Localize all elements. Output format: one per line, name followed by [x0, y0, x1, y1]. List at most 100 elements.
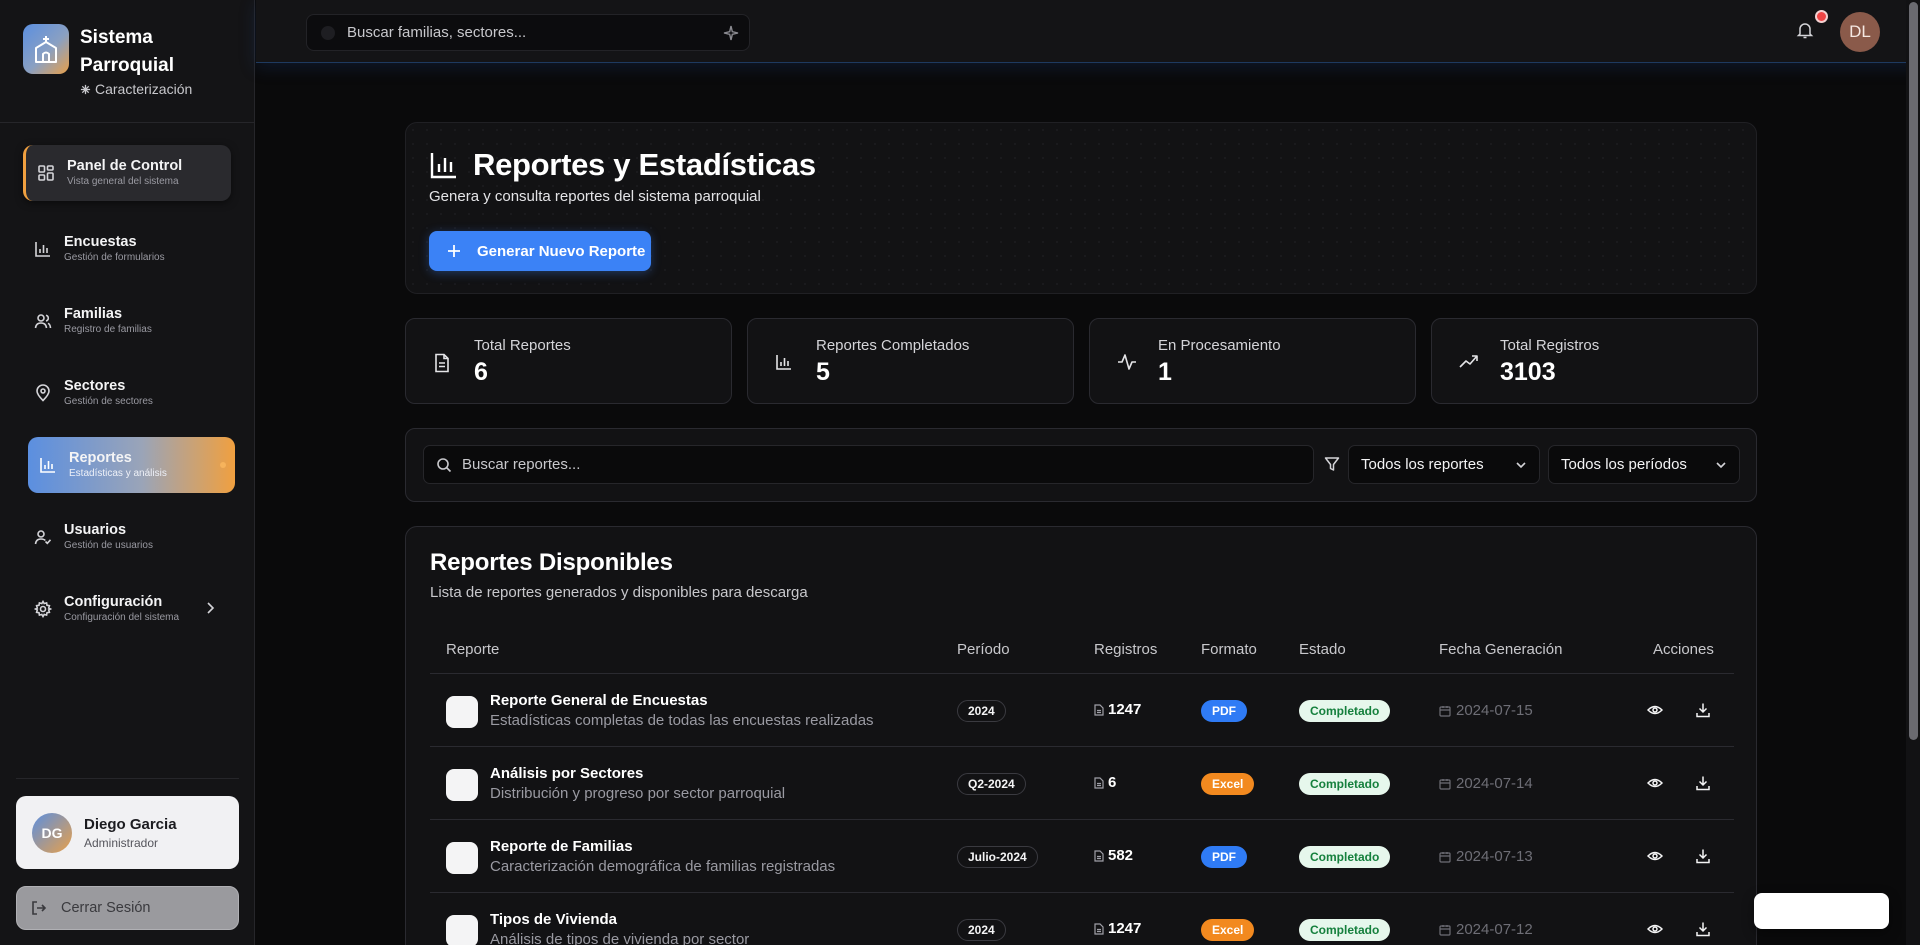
bar-chart-icon — [776, 355, 791, 370]
activity-icon — [1118, 354, 1136, 370]
sidebar-divider — [0, 122, 255, 123]
sidebar-item-familias[interactable]: Familias Registro de familias — [23, 293, 231, 349]
report-description: Caracterización demográfica de familias … — [490, 858, 836, 875]
period-badge: Q2-2024 — [957, 773, 1026, 795]
status-badge: Completado — [1299, 773, 1391, 795]
section-title: Reportes Disponibles — [430, 549, 673, 576]
period-value: Todos los períodos — [1561, 456, 1687, 473]
bar-chart-icon — [40, 458, 55, 473]
brand-subtitle-text: Caracterización — [95, 81, 193, 97]
bell-icon[interactable] — [1796, 21, 1814, 39]
report-search[interactable] — [423, 445, 1314, 484]
sidebar-item-sectores[interactable]: Sectores Gestión de sectores — [23, 365, 231, 421]
sidebar-item-panel-de-control[interactable]: Panel de Control Vista general del siste… — [23, 145, 231, 201]
sidebar-item-reportes[interactable]: Reportes Estadísticas y análisis — [28, 437, 235, 493]
sidebar-item-desc: Gestión de usuarios — [64, 540, 153, 551]
generation-date: 2024-07-15 — [1439, 702, 1533, 719]
user-card[interactable]: DG Diego Garcia Administrador — [16, 796, 239, 869]
chevron-right-icon[interactable] — [205, 601, 215, 615]
records-count: 1247 — [1094, 920, 1141, 937]
format-badge: Excel — [1201, 919, 1255, 941]
stat-label: Total Registros — [1500, 337, 1600, 354]
sidebar-item-encuestas[interactable]: Encuestas Gestión de formularios — [23, 221, 231, 277]
report-type-select[interactable]: Todos los reportes — [1348, 445, 1540, 484]
eye-icon[interactable] — [1647, 703, 1663, 717]
report-description: Análisis de tipos de vivienda por sector — [490, 931, 750, 945]
table-row[interactable]: Reporte General de Encuestas Estadística… — [430, 674, 1734, 747]
report-thumbnail — [446, 696, 478, 728]
records-count: 6 — [1094, 774, 1116, 791]
sidebar-item-desc: Registro de familias — [64, 324, 152, 335]
avatar: DG — [32, 812, 72, 853]
gear-icon — [34, 600, 52, 618]
scrollbar-thumb[interactable] — [1909, 2, 1918, 740]
calendar-icon — [1439, 851, 1451, 863]
eye-icon[interactable] — [1647, 776, 1663, 790]
global-search-input[interactable] — [347, 24, 707, 41]
logout-button[interactable]: Cerrar Sesión — [16, 886, 239, 930]
generate-report-button[interactable]: Generar Nuevo Reporte — [429, 231, 651, 271]
report-search-input[interactable] — [462, 456, 1282, 473]
toast-notification[interactable] — [1754, 893, 1889, 929]
file-text-icon — [435, 353, 449, 373]
eye-icon[interactable] — [1647, 922, 1663, 936]
report-name: Análisis por Sectores — [490, 765, 644, 782]
records-value: 1247 — [1108, 920, 1142, 937]
period-select[interactable]: Todos los períodos — [1548, 445, 1740, 484]
sidebar-item-desc: Gestión de sectores — [64, 396, 153, 407]
sidebar-item-label: Usuarios — [64, 522, 127, 538]
format-badge: PDF — [1201, 700, 1247, 722]
status-badge: Completado — [1299, 700, 1391, 722]
report-description: Distribución y progreso por sector parro… — [490, 785, 786, 802]
calendar-icon — [1439, 705, 1451, 717]
column-header-fecha[interactable]: Fecha Generación — [1439, 641, 1562, 658]
column-header-periodo[interactable]: Período — [957, 641, 1010, 658]
download-icon[interactable] — [1695, 775, 1711, 791]
report-thumbnail — [446, 769, 478, 801]
search-icon — [321, 25, 335, 40]
sidebar-item-usuarios[interactable]: Usuarios Gestión de usuarios — [23, 509, 231, 565]
column-header-formato[interactable]: Formato — [1201, 641, 1257, 658]
avatar[interactable]: DL — [1840, 12, 1880, 52]
sidebar: Sistema Parroquial Caracterización Panel… — [0, 0, 255, 945]
calendar-icon — [1439, 778, 1451, 790]
file-icon — [1094, 776, 1104, 789]
table-row[interactable]: Análisis por Sectores Distribución y pro… — [430, 747, 1734, 820]
sidebar-item-label: Sectores — [64, 378, 126, 394]
report-thumbnail — [446, 842, 478, 874]
stat-value: 1 — [1158, 358, 1172, 386]
church-icon — [23, 24, 69, 74]
top-header: DL — [256, 0, 1920, 63]
column-header-registros[interactable]: Registros — [1094, 641, 1157, 658]
period-badge: Julio-2024 — [957, 846, 1038, 868]
active-indicator — [220, 462, 226, 468]
download-icon[interactable] — [1695, 702, 1711, 718]
trending-up-icon — [1459, 355, 1478, 368]
file-icon — [1094, 703, 1104, 716]
download-icon[interactable] — [1695, 921, 1711, 937]
notification-badge — [1815, 10, 1828, 23]
stat-card-reportes-completados: Reportes Completados 5 — [747, 318, 1074, 404]
brand-title: Sistema Parroquial — [80, 27, 174, 76]
sidebar-item-label: Reportes — [69, 450, 132, 466]
table-row[interactable]: Tipos de Vivienda Análisis de tipos de v… — [430, 893, 1734, 945]
file-icon — [1094, 849, 1104, 862]
table-row[interactable]: Reporte de Familias Caracterización demo… — [430, 820, 1734, 893]
records-value: 582 — [1108, 847, 1134, 864]
column-header-reporte[interactable]: Reporte — [446, 641, 499, 658]
records-value: 6 — [1108, 774, 1117, 791]
eye-icon[interactable] — [1647, 849, 1663, 863]
users-icon — [34, 314, 52, 329]
column-header-estado[interactable]: Estado — [1299, 641, 1346, 658]
report-name: Tipos de Vivienda — [490, 911, 617, 928]
sidebar-item-configuracion[interactable]: Configuración Configuración del sistema — [23, 581, 231, 637]
global-search[interactable] — [306, 14, 750, 51]
download-icon[interactable] — [1695, 848, 1711, 864]
stat-label: Total Reportes — [474, 337, 571, 354]
report-description: Estadísticas completas de todas las encu… — [490, 712, 874, 729]
generation-date: 2024-07-13 — [1439, 848, 1533, 865]
page-subtitle: Genera y consulta reportes del sistema p… — [429, 188, 761, 205]
records-count: 1247 — [1094, 701, 1141, 718]
period-badge: 2024 — [957, 700, 1006, 722]
brand[interactable]: Sistema Parroquial Caracterización — [23, 24, 192, 97]
